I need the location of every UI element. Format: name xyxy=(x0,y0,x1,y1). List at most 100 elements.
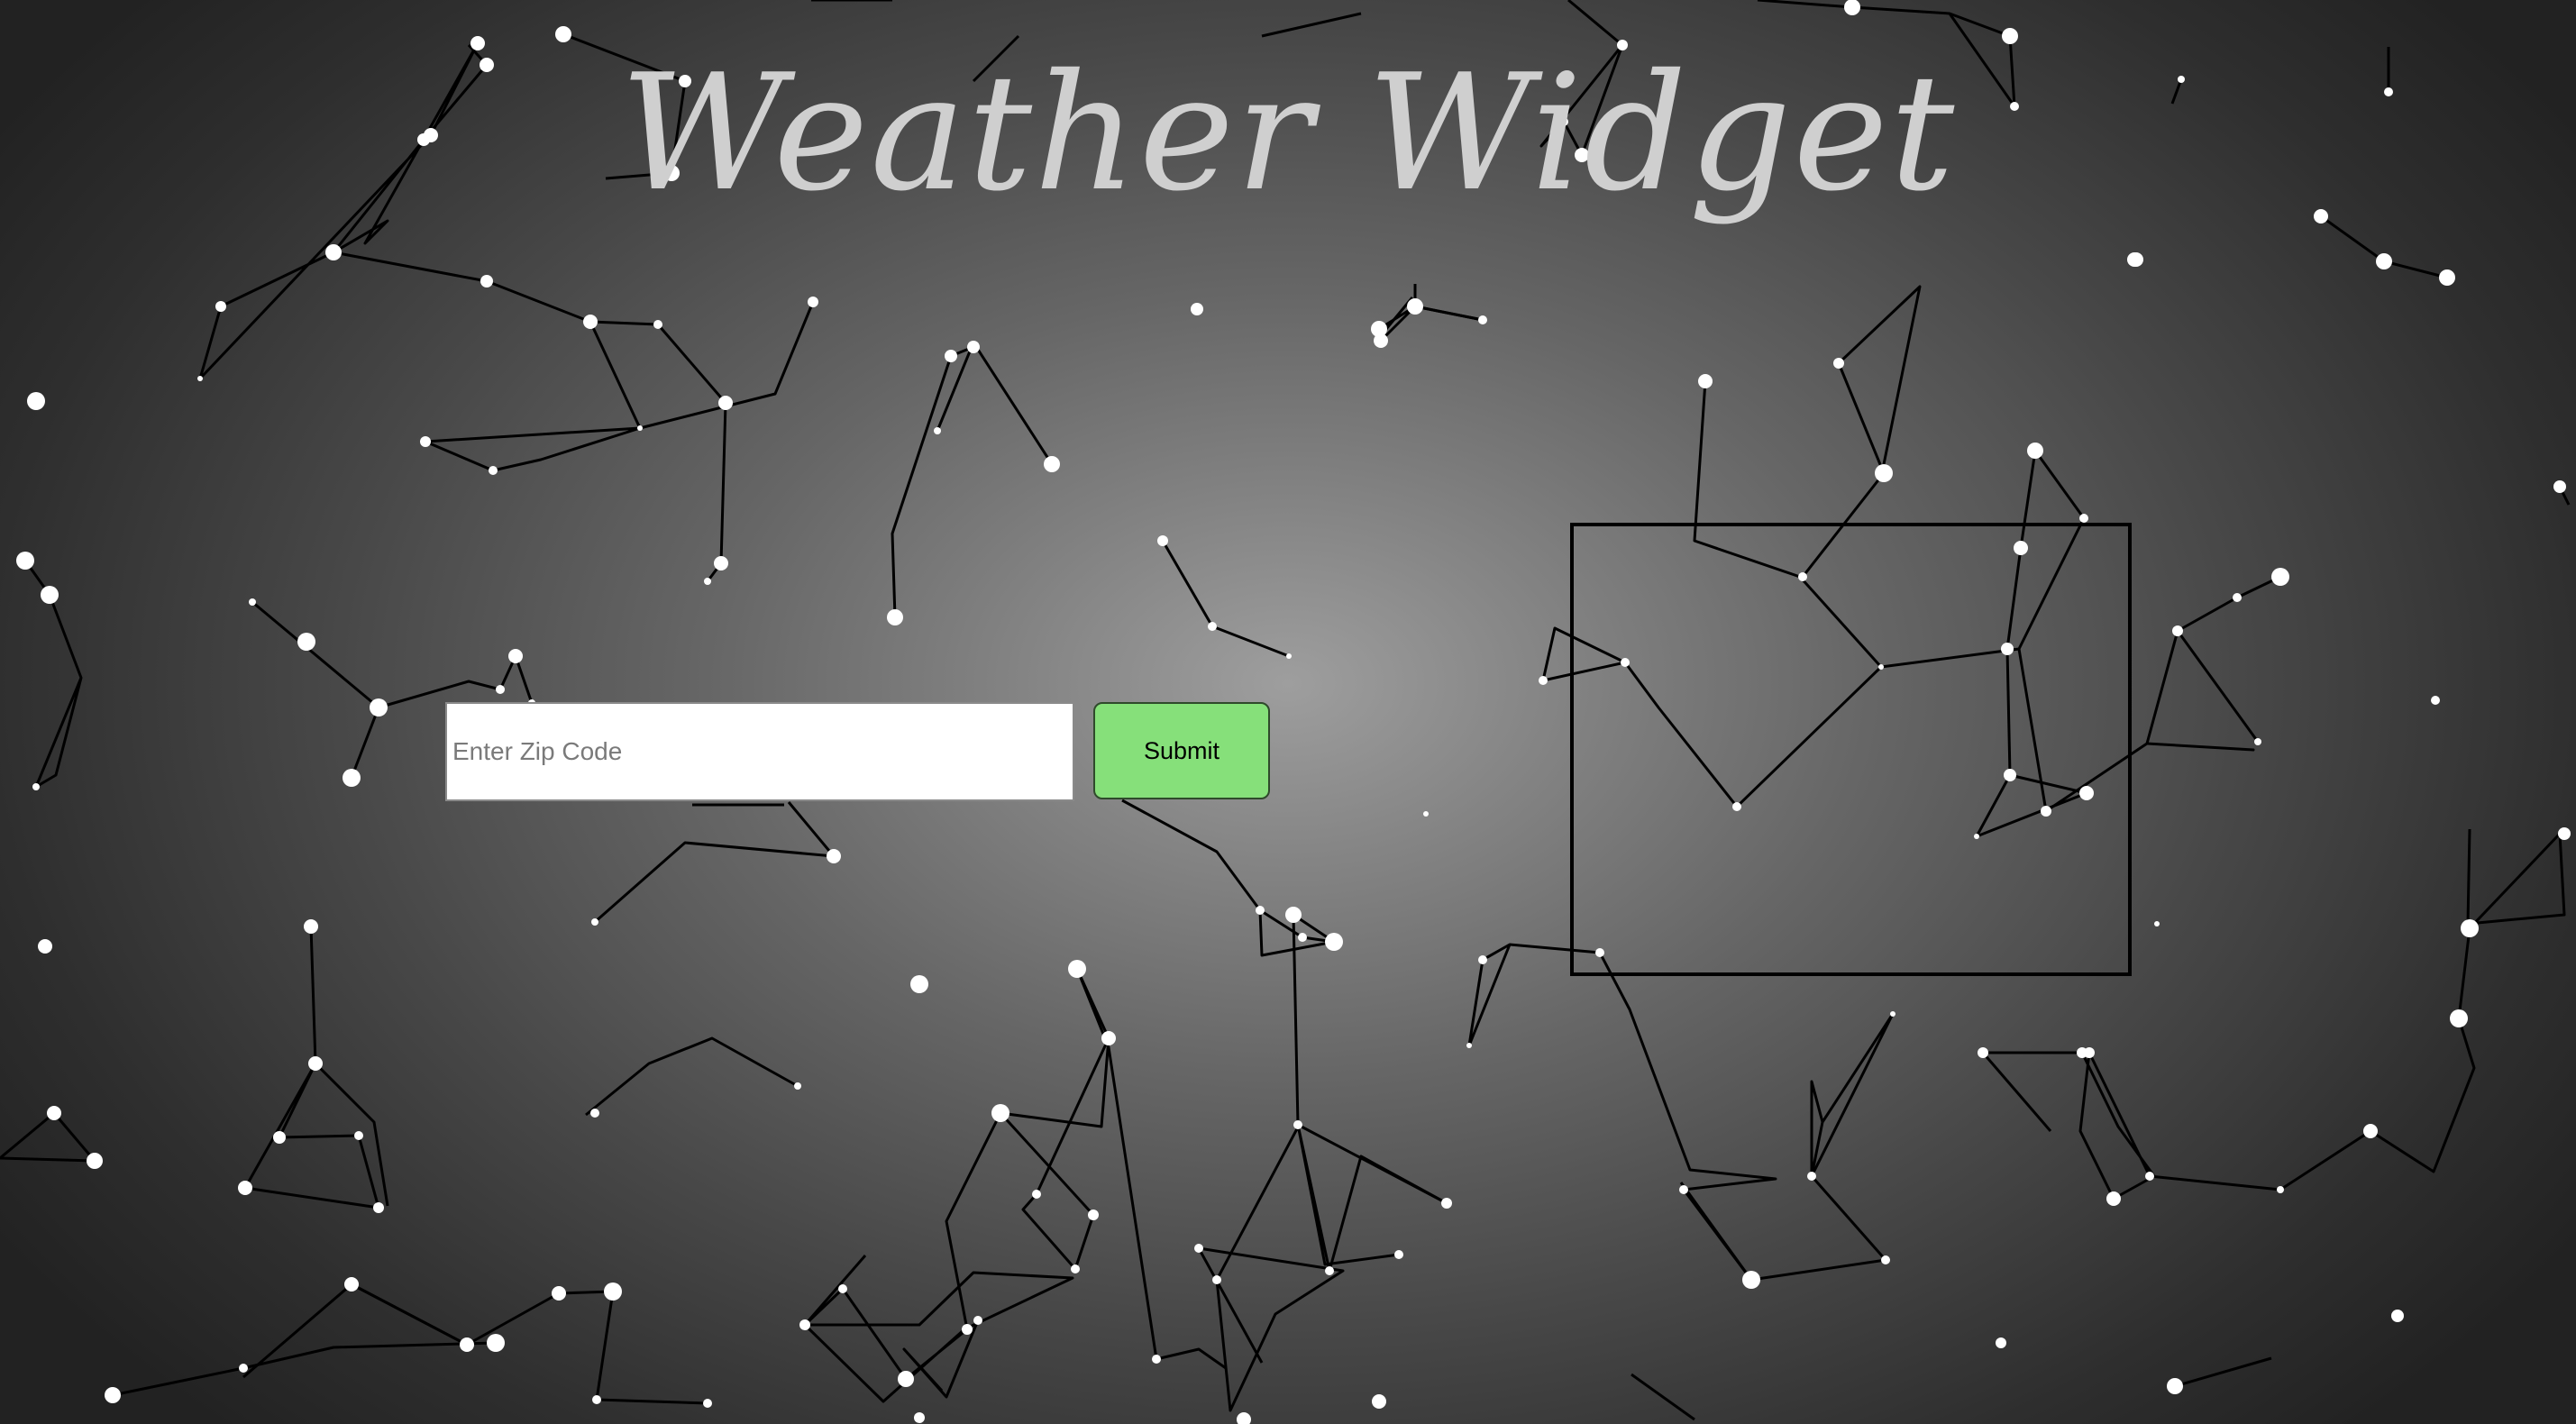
particle-dot xyxy=(2167,1378,2183,1394)
particle-dot xyxy=(898,1371,914,1387)
particle-link xyxy=(1631,1373,1695,1421)
particle-dot xyxy=(2254,738,2261,745)
particle-dot xyxy=(508,649,523,663)
particle-dot xyxy=(1044,456,1060,472)
particle-link xyxy=(1261,12,1362,38)
submit-button[interactable]: Submit xyxy=(1093,702,1270,799)
particle-dot xyxy=(934,427,941,434)
particle-dot xyxy=(887,609,903,625)
particle-dot xyxy=(2439,269,2455,286)
particle-dot xyxy=(273,1131,286,1144)
particle-dot xyxy=(2391,1310,2404,1322)
particle-link xyxy=(585,1036,799,1117)
particle-dot xyxy=(38,939,52,954)
particle-dot xyxy=(1212,1275,1221,1284)
particle-dot xyxy=(1881,1255,1890,1264)
particle-dot xyxy=(2079,514,2088,523)
particle-dot xyxy=(1833,358,1844,369)
particle-dot xyxy=(197,376,203,381)
particle-dot xyxy=(105,1387,121,1403)
particle-dot xyxy=(1466,1043,1472,1048)
particle-dot xyxy=(991,1104,1009,1122)
particle-dot xyxy=(1152,1355,1161,1364)
particle-dot xyxy=(1478,955,1487,964)
particle-dot xyxy=(1191,303,1203,315)
particle-link xyxy=(1161,540,1290,658)
particle-dot xyxy=(1256,906,1265,915)
particle-dot xyxy=(1157,535,1168,546)
particle-dot xyxy=(583,315,598,329)
particle-dot xyxy=(799,1319,810,1330)
particle-dot xyxy=(249,598,256,606)
particle-dot xyxy=(1071,1264,1080,1273)
particle-dot xyxy=(1068,960,1086,978)
particle-dot xyxy=(2127,252,2142,267)
particle-dot xyxy=(1742,1271,1760,1289)
particle-dot xyxy=(304,919,318,934)
particle-dot xyxy=(604,1283,622,1301)
particle-link xyxy=(1197,1121,1345,1412)
particle-dot xyxy=(215,301,226,312)
particle-dot xyxy=(1032,1190,1041,1199)
particle-dot xyxy=(962,1324,973,1335)
particle-dot xyxy=(973,1316,982,1325)
particle-dot xyxy=(653,320,662,329)
particle-dot xyxy=(373,1202,384,1213)
particle-dot xyxy=(2027,443,2043,459)
particle-dot xyxy=(794,1082,801,1090)
particle-dot xyxy=(555,26,571,42)
particle-dot xyxy=(1698,374,1713,388)
particle-dot xyxy=(239,1364,248,1373)
particle-dot xyxy=(1325,1266,1334,1275)
particle-dot xyxy=(1298,933,1307,942)
particle-dot xyxy=(590,1109,599,1118)
particle-link xyxy=(0,1111,96,1163)
particle-dot xyxy=(489,466,498,475)
zip-code-input[interactable] xyxy=(445,702,1074,801)
particle-dot xyxy=(87,1153,103,1169)
particle-dot xyxy=(2233,593,2242,602)
particle-link xyxy=(999,1037,1110,1271)
particle-link xyxy=(787,801,836,857)
particle-dot xyxy=(718,396,733,410)
particle-link xyxy=(1679,1182,1753,1281)
particle-link xyxy=(112,1341,497,1397)
particle-dot xyxy=(1286,653,1292,659)
particle-dot xyxy=(2277,1186,2284,1193)
particle-dot xyxy=(2145,1172,2154,1181)
particle-dot xyxy=(1679,1185,1688,1194)
particle-dot xyxy=(354,1131,363,1140)
particle-dot xyxy=(27,392,45,410)
particle-dot xyxy=(1978,1047,1988,1058)
particle-dot xyxy=(1478,315,1487,324)
particle-dot xyxy=(32,783,40,790)
particle-dot xyxy=(714,556,728,571)
particle-dot xyxy=(1325,933,1343,951)
particle-dot xyxy=(808,297,818,307)
particle-dot xyxy=(1423,811,1429,817)
particle-dot xyxy=(838,1284,847,1293)
particle-dot xyxy=(238,1181,252,1195)
particle-dot xyxy=(1441,1198,1452,1209)
particle-dot xyxy=(343,769,361,787)
particle-dot xyxy=(460,1337,474,1352)
weather-result-panel xyxy=(1570,523,2132,976)
particle-dot xyxy=(370,698,388,717)
particle-dot xyxy=(1237,1412,1251,1424)
particle-dot xyxy=(2002,28,2018,44)
particle-dot xyxy=(1194,1244,1203,1253)
particle-dot xyxy=(2271,568,2289,586)
particle-dot xyxy=(47,1106,61,1120)
page-title: Weather Widget xyxy=(619,40,1957,226)
particle-dot xyxy=(325,244,342,260)
particle-dot xyxy=(1807,1172,1816,1181)
particle-dot xyxy=(2431,696,2440,705)
particle-dot xyxy=(480,275,493,288)
particle-link xyxy=(424,426,641,472)
particle-link xyxy=(1292,914,1448,1273)
particle-dot xyxy=(344,1277,359,1292)
particle-dot xyxy=(1372,1394,1386,1409)
particle-dot xyxy=(914,1412,925,1423)
particle-link xyxy=(594,841,835,924)
particle-dot xyxy=(297,633,315,651)
